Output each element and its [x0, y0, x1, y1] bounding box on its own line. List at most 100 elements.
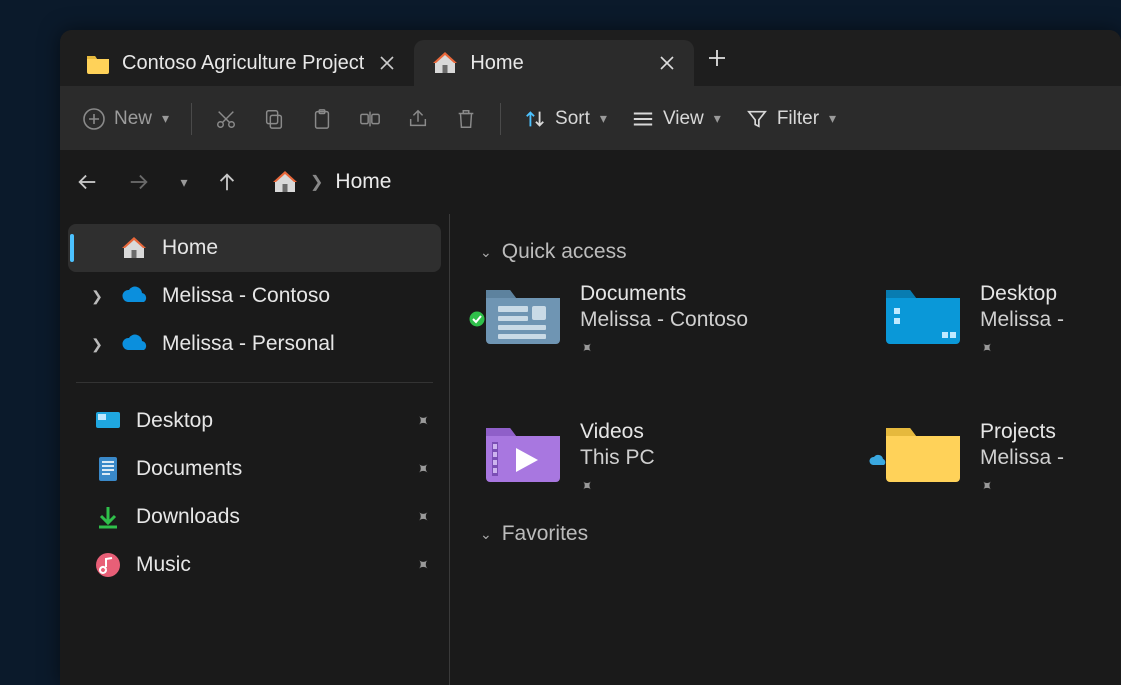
chevron-down-icon: ▾	[600, 110, 607, 127]
sidebar-item-label: Documents	[136, 457, 242, 481]
music-icon	[94, 551, 122, 579]
home-icon	[120, 234, 148, 262]
chevron-right-icon[interactable]: ❯	[88, 288, 106, 305]
sidebar: Home ❯ Melissa - Contoso ❯ Melissa - Per…	[60, 214, 450, 685]
home-icon	[272, 170, 298, 194]
body: Home ❯ Melissa - Contoso ❯ Melissa - Per…	[60, 214, 1121, 685]
item-title: Documents	[580, 282, 748, 306]
sort-icon	[523, 107, 547, 131]
sort-label: Sort	[555, 108, 590, 130]
pin-icon: ✦	[576, 475, 600, 499]
videos-folder-icon	[484, 418, 562, 484]
chevron-down-icon: ▾	[714, 110, 721, 127]
pin-icon: ✦	[410, 553, 434, 577]
forward-button[interactable]	[116, 159, 162, 205]
sync-ok-icon	[468, 310, 486, 328]
item-title: Videos	[580, 420, 655, 444]
sidebar-item-desktop[interactable]: Desktop ✦	[74, 397, 441, 445]
navigation-bar: ▾ ❯ Home	[60, 150, 1121, 214]
onedrive-icon	[120, 330, 148, 358]
section-header-favorites[interactable]: ⌄ Favorites	[480, 514, 1121, 562]
sidebar-item-onedrive-personal[interactable]: ❯ Melissa - Personal	[68, 320, 441, 368]
quick-access-item-desktop[interactable]: Desktop Melissa - ✦	[884, 280, 1084, 358]
plus-circle-icon	[82, 107, 106, 131]
documents-icon	[94, 455, 122, 483]
chevron-down-icon: ▾	[180, 174, 187, 191]
up-button[interactable]	[204, 159, 250, 205]
pin-icon: ✦	[976, 475, 1000, 499]
filter-button[interactable]: Filter ▾	[735, 99, 846, 139]
sidebar-item-label: Home	[162, 236, 218, 260]
quick-access-item-videos[interactable]: Videos This PC ✦	[484, 418, 824, 496]
file-explorer-window: Contoso Agriculture Project Home New ▾	[60, 30, 1121, 685]
new-tab-button[interactable]	[694, 35, 740, 81]
toolbar: New ▾ Sort ▾	[60, 86, 1121, 150]
tab-close-button[interactable]	[656, 52, 678, 74]
back-button[interactable]	[64, 159, 110, 205]
sidebar-item-downloads[interactable]: Downloads ✦	[74, 493, 441, 541]
sort-button[interactable]: Sort ▾	[513, 99, 617, 139]
projects-folder-icon	[884, 418, 962, 484]
view-icon	[631, 107, 655, 131]
sidebar-item-label: Melissa - Contoso	[162, 284, 330, 308]
desktop-icon	[94, 407, 122, 435]
sidebar-item-label: Desktop	[136, 409, 213, 433]
sidebar-item-home[interactable]: Home	[68, 224, 441, 272]
folder-icon	[86, 52, 110, 74]
pin-icon: ✦	[410, 505, 434, 529]
rename-button[interactable]	[348, 99, 392, 139]
breadcrumb-location: Home	[335, 170, 391, 194]
rename-icon	[358, 107, 382, 131]
home-icon	[432, 51, 458, 75]
copy-button[interactable]	[252, 99, 296, 139]
share-button[interactable]	[396, 99, 440, 139]
chevron-right-icon: ❯	[310, 172, 323, 192]
sidebar-item-label: Downloads	[136, 505, 240, 529]
section-title: Favorites	[502, 522, 588, 546]
sidebar-item-label: Melissa - Personal	[162, 332, 335, 356]
pin-icon: ✦	[576, 337, 600, 361]
sidebar-item-documents[interactable]: Documents ✦	[74, 445, 441, 493]
new-label: New	[114, 108, 152, 130]
section-header-quick-access[interactable]: ⌄ Quick access	[480, 232, 1121, 280]
onedrive-icon	[120, 282, 148, 310]
tab-close-button[interactable]	[376, 52, 398, 74]
item-subtitle: Melissa - Contoso	[580, 308, 748, 332]
tab-contoso-project[interactable]: Contoso Agriculture Project	[68, 40, 414, 86]
recent-locations-button[interactable]: ▾	[168, 159, 198, 205]
content-pane: ⌄ Quick access Documents Melissa - Conto…	[450, 214, 1121, 685]
quick-access-item-projects[interactable]: Projects Melissa - ✦	[884, 418, 1084, 496]
filter-icon	[745, 107, 769, 131]
quick-access-grid: Documents Melissa - Contoso ✦ Desktop Me…	[480, 280, 1121, 514]
documents-folder-icon	[484, 280, 562, 346]
quick-access-item-documents[interactable]: Documents Melissa - Contoso ✦	[484, 280, 824, 358]
item-subtitle: Melissa -	[980, 446, 1064, 470]
view-button[interactable]: View ▾	[621, 99, 731, 139]
sidebar-item-label: Music	[136, 553, 191, 577]
sidebar-item-onedrive-contoso[interactable]: ❯ Melissa - Contoso	[68, 272, 441, 320]
cut-button[interactable]	[204, 99, 248, 139]
tab-label: Contoso Agriculture Project	[122, 52, 364, 75]
delete-button[interactable]	[444, 99, 488, 139]
item-subtitle: This PC	[580, 446, 655, 470]
paste-button[interactable]	[300, 99, 344, 139]
pin-icon: ✦	[410, 409, 434, 433]
sidebar-item-music[interactable]: Music ✦	[74, 541, 441, 589]
item-title: Desktop	[980, 282, 1064, 306]
item-subtitle: Melissa -	[980, 308, 1064, 332]
tab-label: Home	[470, 52, 644, 75]
chevron-right-icon[interactable]: ❯	[88, 336, 106, 353]
share-icon	[406, 107, 430, 131]
new-button[interactable]: New ▾	[72, 99, 179, 139]
clipboard-icon	[310, 107, 334, 131]
chevron-down-icon: ⌄	[480, 526, 492, 543]
breadcrumb[interactable]: ❯ Home	[256, 170, 391, 194]
scissors-icon	[214, 107, 238, 131]
divider	[76, 382, 433, 383]
tab-home[interactable]: Home	[414, 40, 694, 86]
pin-icon: ✦	[410, 457, 434, 481]
view-label: View	[663, 108, 704, 130]
separator	[191, 103, 192, 135]
chevron-down-icon: ▾	[162, 110, 169, 127]
tab-strip: Contoso Agriculture Project Home	[60, 30, 1121, 86]
